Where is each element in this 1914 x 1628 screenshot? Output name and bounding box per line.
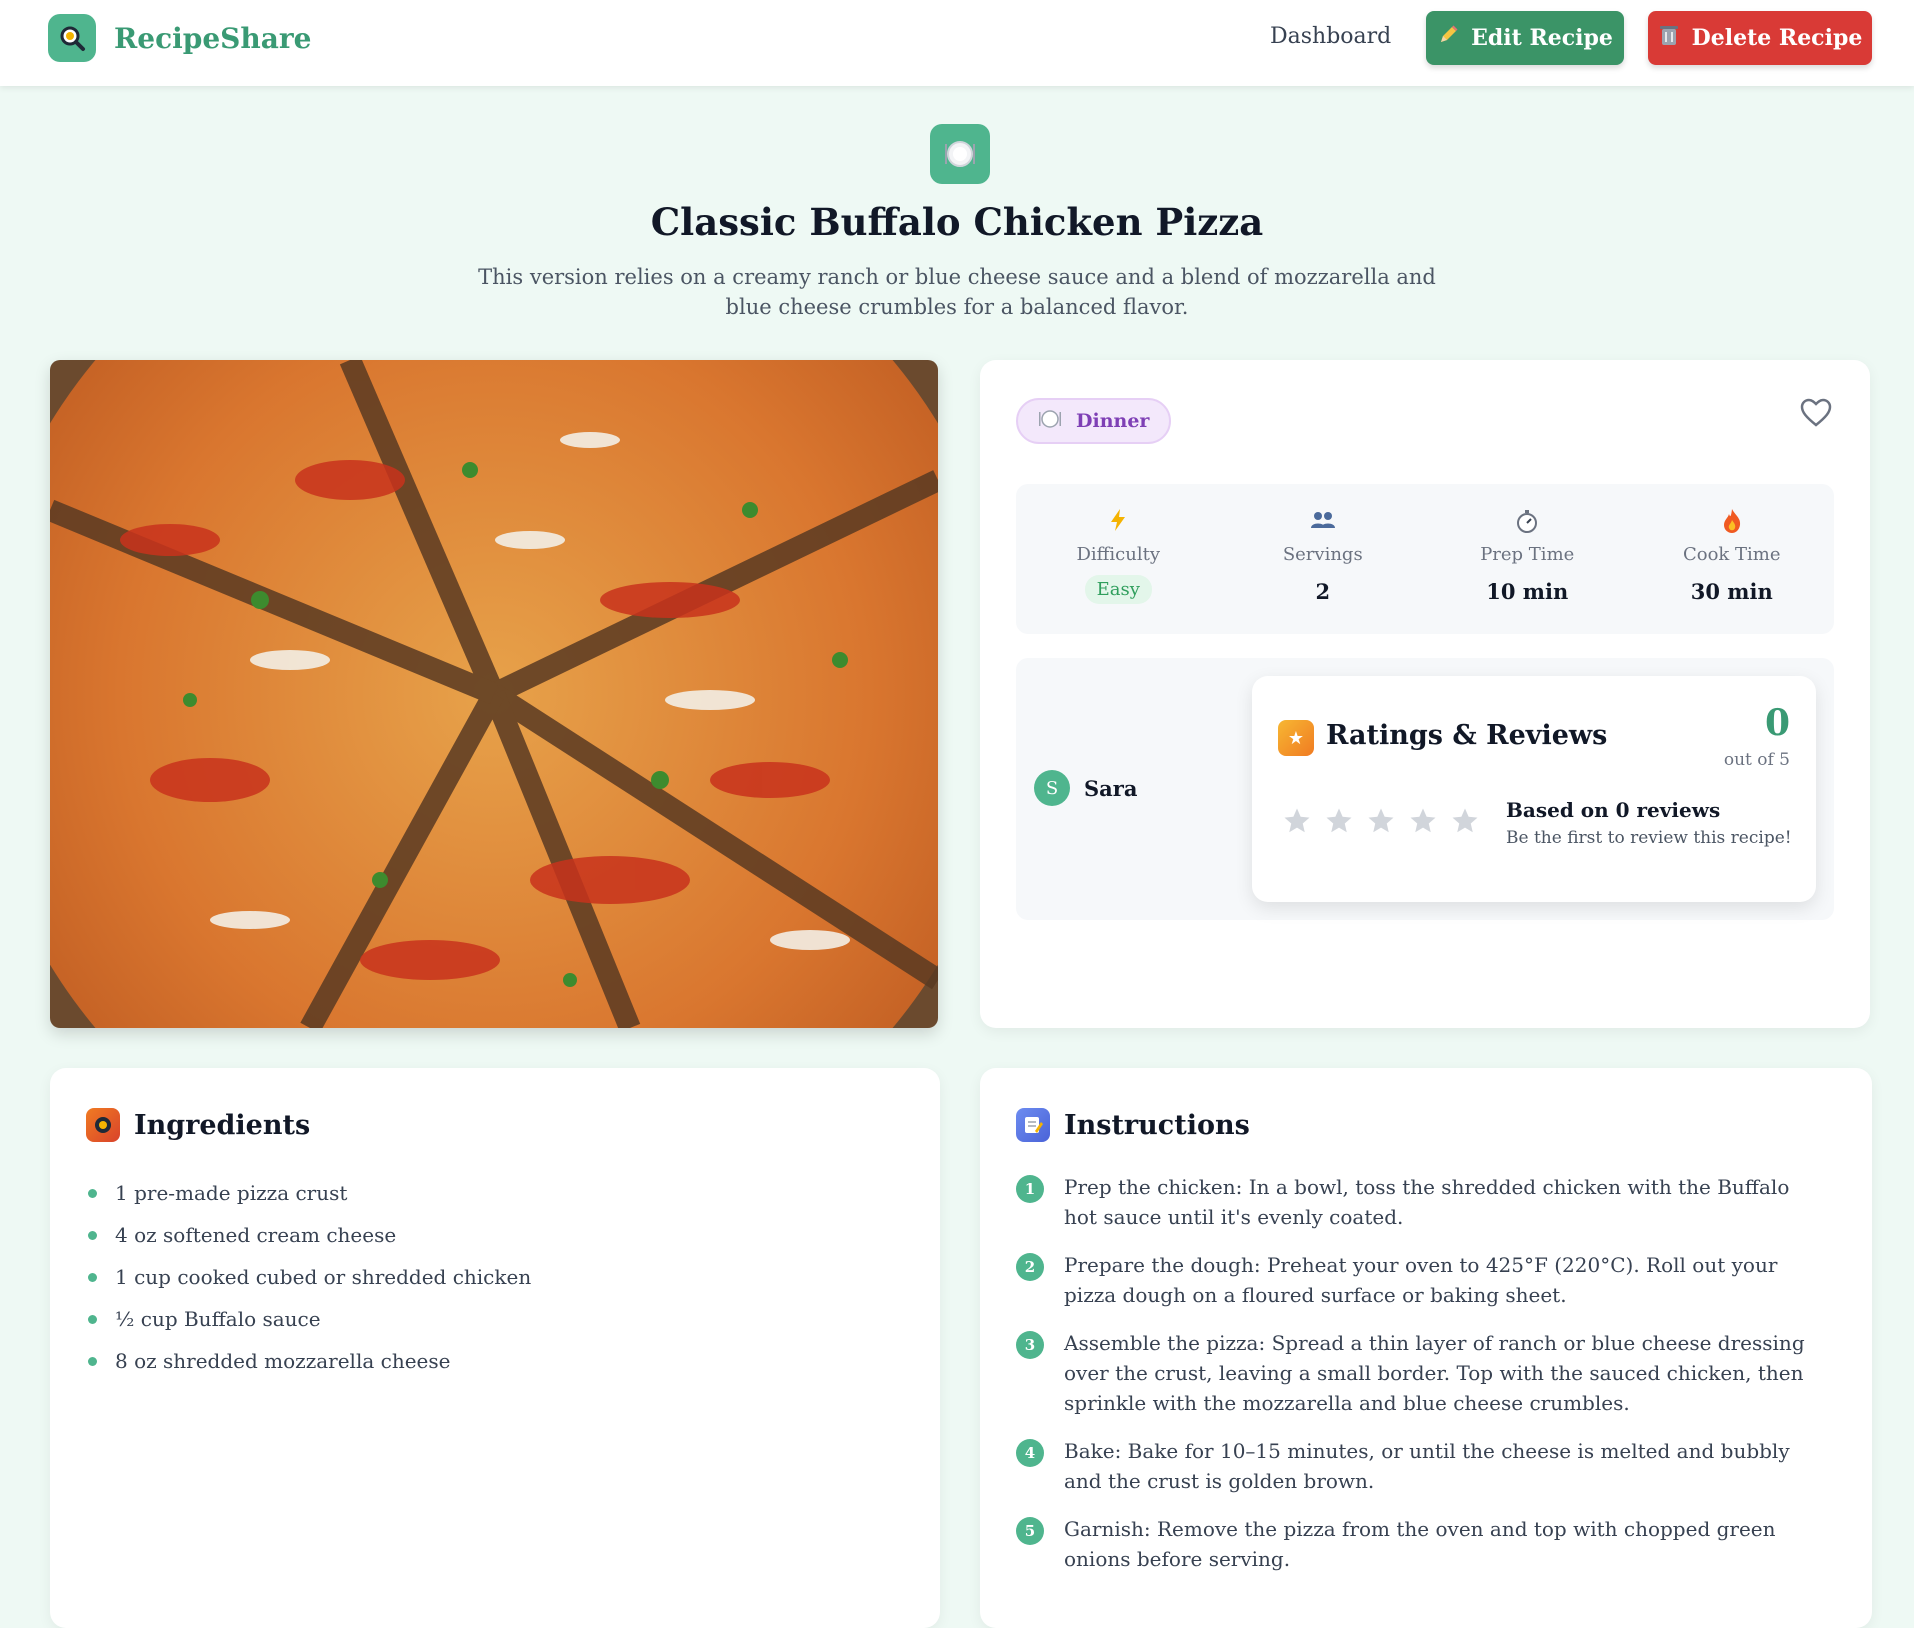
prep-time-value: 10 min bbox=[1486, 579, 1569, 604]
list-item: 4 Bake: Bake for 10–15 minutes, or until … bbox=[1016, 1436, 1816, 1496]
list-item: 1 cup cooked cubed or shredded chicken bbox=[86, 1256, 531, 1298]
stat-servings: Servings 2 bbox=[1221, 484, 1426, 634]
ingredient-text: 8 oz shredded mozzarella cheese bbox=[115, 1349, 451, 1373]
recipe-stats: Difficulty Easy Servings 2 Prep Time 10 … bbox=[1016, 484, 1834, 634]
bullet bbox=[88, 1272, 97, 1282]
instructions-header: Instructions bbox=[1016, 1108, 1250, 1142]
favorite-heart-icon[interactable] bbox=[1800, 398, 1832, 432]
recipe-title: Classic Buffalo Chicken Pizza bbox=[650, 200, 1264, 244]
list-item: 3 Assemble the pizza: Spread a thin layer… bbox=[1016, 1328, 1816, 1418]
brand[interactable]: RecipeShare bbox=[48, 14, 311, 62]
ingredients-card: Ingredients 1 pre-made pizza crust 4 oz … bbox=[50, 1068, 940, 1628]
step-number: 4 bbox=[1016, 1439, 1044, 1467]
star-badge-icon: ★ bbox=[1278, 720, 1314, 756]
memo-icon bbox=[1016, 1108, 1050, 1142]
brand-name: RecipeShare bbox=[114, 21, 312, 55]
step-number: 2 bbox=[1016, 1253, 1044, 1281]
list-item: ½ cup Buffalo sauce bbox=[86, 1298, 531, 1340]
people-icon bbox=[1221, 508, 1426, 538]
plate-icon bbox=[1038, 409, 1062, 434]
recipe-info-card: Dinner Difficulty Easy Servings 2 Prep T… bbox=[980, 360, 1870, 1028]
instructions-list: 1 Prep the chicken: In a bowl, toss the s… bbox=[1016, 1172, 1816, 1592]
nav-dashboard-link[interactable]: Dashboard bbox=[1270, 24, 1391, 49]
lightning-icon bbox=[1016, 508, 1221, 538]
stat-prep-time: Prep Time 10 min bbox=[1425, 484, 1630, 634]
edit-recipe-label: Edit Recipe bbox=[1471, 25, 1613, 51]
star-icon[interactable] bbox=[1366, 806, 1396, 836]
category-badge: Dinner bbox=[1016, 398, 1172, 444]
list-item: 4 oz softened cream cheese bbox=[86, 1214, 531, 1256]
ingredients-title: Ingredients bbox=[134, 1109, 311, 1141]
top-navbar: RecipeShare Dashboard Edit Recipe Delete… bbox=[0, 0, 1914, 86]
stat-difficulty: Difficulty Easy bbox=[1016, 484, 1221, 634]
delete-recipe-label: Delete Recipe bbox=[1691, 25, 1863, 51]
delete-recipe-button[interactable]: Delete Recipe bbox=[1648, 11, 1872, 65]
list-item: 5 Garnish: Remove the pizza from the oven… bbox=[1016, 1514, 1816, 1574]
prep-time-label: Prep Time bbox=[1480, 544, 1575, 565]
bullet bbox=[88, 1314, 97, 1324]
star-icon[interactable] bbox=[1324, 806, 1354, 836]
star-icon[interactable] bbox=[1282, 806, 1312, 836]
ingredient-text: 1 cup cooked cubed or shredded chicken bbox=[115, 1265, 532, 1289]
rating-score: 0 bbox=[1764, 702, 1790, 744]
bullet bbox=[88, 1188, 97, 1198]
ingredient-text: 4 oz softened cream cheese bbox=[115, 1223, 397, 1247]
list-item: 8 oz shredded mozzarella cheese bbox=[86, 1340, 531, 1382]
author-name: Sara bbox=[1084, 775, 1138, 801]
edit-recipe-button[interactable]: Edit Recipe bbox=[1426, 11, 1624, 65]
plate-icon bbox=[930, 124, 990, 184]
star-icon[interactable] bbox=[1408, 806, 1438, 836]
review-prompt: Be the first to review this recipe! bbox=[1506, 828, 1792, 848]
ingredients-list: 1 pre-made pizza crust 4 oz softened cre… bbox=[86, 1172, 531, 1382]
ratings-title: Ratings & Reviews bbox=[1326, 720, 1608, 751]
ratings-card: ★ Ratings & Reviews 0 out of 5 Based on … bbox=[1252, 676, 1816, 902]
rating-out-of: out of 5 bbox=[1723, 750, 1790, 770]
stopwatch-icon bbox=[1425, 508, 1630, 538]
rating-stars[interactable] bbox=[1282, 806, 1492, 836]
recipe-description: This version relies on a creamy ranch or… bbox=[478, 265, 1436, 319]
difficulty-value: Easy bbox=[1084, 575, 1152, 604]
step-text: Bake: Bake for 10–15 minutes, or until t… bbox=[1064, 1439, 1790, 1493]
step-text: Assemble the pizza: Spread a thin layer … bbox=[1064, 1331, 1805, 1415]
step-text: Garnish: Remove the pizza from the oven … bbox=[1064, 1517, 1776, 1571]
category-label: Dinner bbox=[1076, 410, 1150, 432]
ingredient-text: 1 pre-made pizza crust bbox=[115, 1181, 348, 1205]
pencil-icon bbox=[1437, 24, 1459, 52]
instructions-title: Instructions bbox=[1064, 1109, 1250, 1141]
recipe-photo bbox=[50, 360, 938, 1028]
trash-icon bbox=[1658, 23, 1680, 53]
fire-icon bbox=[1630, 508, 1835, 538]
step-text: Prep the chicken: In a bowl, toss the sh… bbox=[1064, 1175, 1790, 1229]
step-number: 1 bbox=[1016, 1175, 1044, 1203]
ingredients-header: Ingredients bbox=[86, 1108, 310, 1142]
author[interactable]: S Sara bbox=[1034, 770, 1137, 806]
step-text: Prepare the dough: Preheat your oven to … bbox=[1064, 1253, 1778, 1307]
list-item: 1 pre-made pizza crust bbox=[86, 1172, 531, 1214]
cook-time-label: Cook Time bbox=[1682, 544, 1781, 565]
servings-value: 2 bbox=[1315, 579, 1331, 604]
instructions-card: Instructions 1 Prep the chicken: In a bow… bbox=[980, 1068, 1872, 1628]
bullet bbox=[88, 1230, 97, 1240]
step-number: 5 bbox=[1016, 1517, 1044, 1545]
star-icon[interactable] bbox=[1450, 806, 1480, 836]
list-item: 2 Prepare the dough: Preheat your oven to… bbox=[1016, 1250, 1816, 1310]
review-count: Based on 0 reviews bbox=[1506, 798, 1721, 822]
avatar: S bbox=[1034, 770, 1070, 806]
list-item: 1 Prep the chicken: In a bowl, toss the s… bbox=[1016, 1172, 1816, 1232]
step-number: 3 bbox=[1016, 1331, 1044, 1359]
cooking-pan-icon bbox=[86, 1108, 120, 1142]
servings-label: Servings bbox=[1282, 544, 1363, 565]
difficulty-label: Difficulty bbox=[1076, 544, 1161, 565]
author-section: S Sara ★ Ratings & Reviews 0 out of 5 Ba… bbox=[1016, 658, 1834, 920]
ingredient-text: ½ cup Buffalo sauce bbox=[115, 1307, 321, 1331]
cook-time-value: 30 min bbox=[1690, 579, 1773, 604]
logo-search-icon bbox=[48, 14, 96, 62]
stat-cook-time: Cook Time 30 min bbox=[1630, 484, 1835, 634]
bullet bbox=[88, 1356, 97, 1366]
